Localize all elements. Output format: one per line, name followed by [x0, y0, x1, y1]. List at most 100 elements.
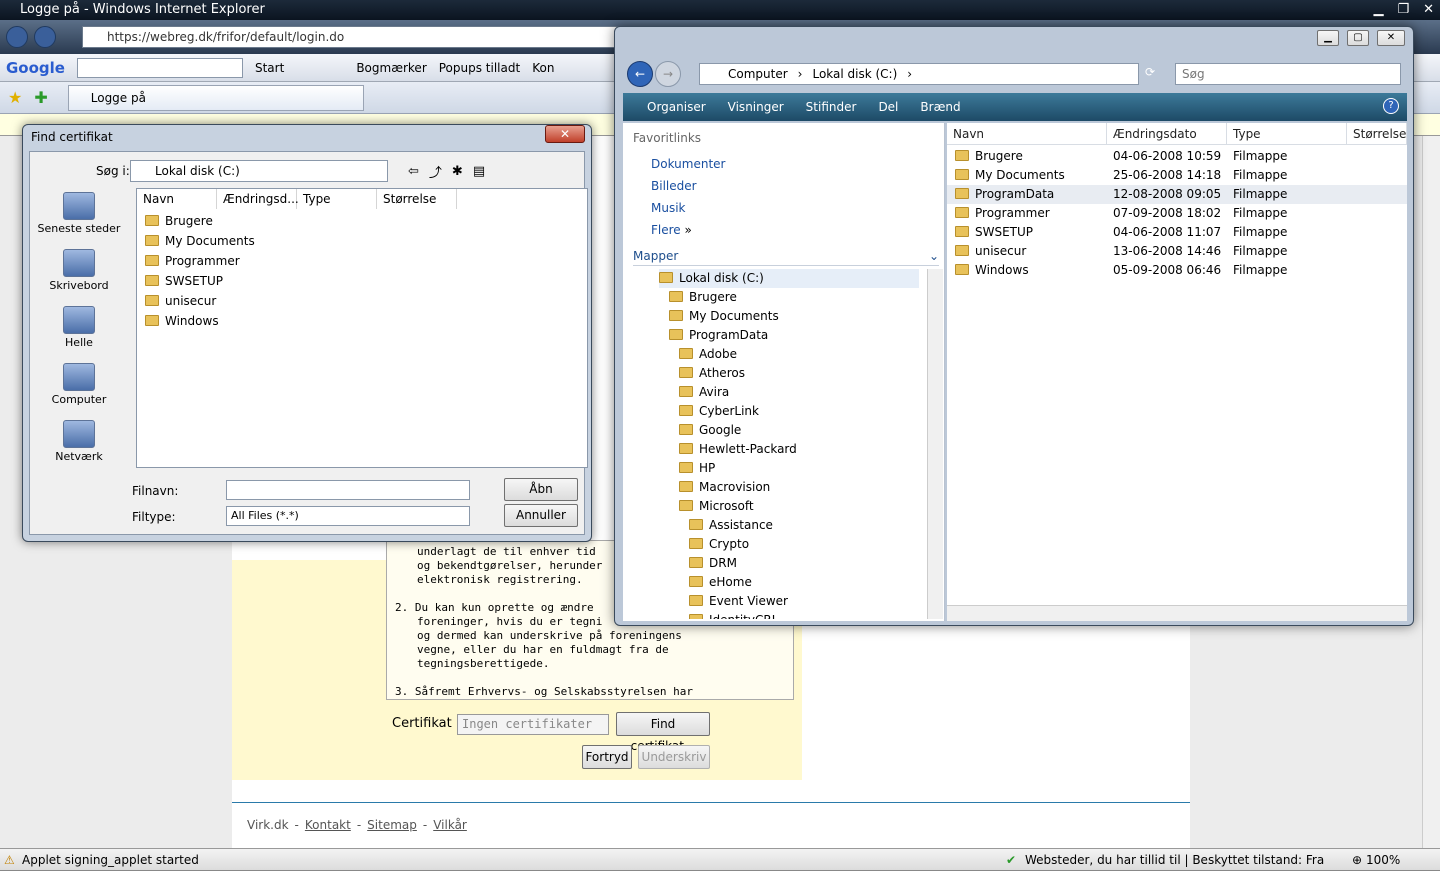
horizontal-scrollbar[interactable] — [947, 605, 1407, 621]
table-row[interactable]: unisecur 13-06-2008 14:46 Filmappe — [947, 242, 1407, 261]
forward-icon[interactable] — [34, 26, 56, 48]
star-icon[interactable]: ★ — [8, 88, 22, 107]
tree-item[interactable]: DRM — [659, 554, 919, 573]
footer-link-vilkaar[interactable]: Vilkår — [433, 818, 467, 832]
tree-item[interactable]: Microsoft — [659, 497, 919, 516]
list-item[interactable]: SWSETUP — [137, 271, 587, 291]
back-icon[interactable] — [6, 26, 28, 48]
table-row[interactable]: Programmer 07-09-2008 18:02 Filmappe — [947, 204, 1407, 223]
table-row[interactable]: My Documents 25-06-2008 14:18 Filmappe — [947, 166, 1407, 185]
table-row[interactable]: ProgramData 12-08-2008 09:05 Filmappe — [947, 185, 1407, 204]
table-row[interactable]: SWSETUP 04-06-2008 11:07 Filmappe — [947, 223, 1407, 242]
col-date[interactable]: Ændringsd... — [217, 189, 299, 209]
sign-button[interactable]: Underskriv — [638, 745, 710, 769]
filename-input[interactable] — [226, 480, 470, 500]
refresh-icon[interactable]: ⟳ — [1145, 65, 1155, 79]
fav-dokumenter[interactable]: Dokumenter — [651, 157, 725, 171]
tab-logge-paa[interactable]: Logge på — [67, 84, 364, 111]
find-cert-button[interactable]: Find certifikat... — [616, 712, 710, 753]
col-navn[interactable]: Navn — [137, 189, 217, 209]
crumb-computer[interactable]: Computer — [728, 64, 788, 84]
footer-link-sitemap[interactable]: Sitemap — [367, 818, 417, 832]
cert-select[interactable]: Ingen certifikater — [457, 714, 609, 735]
fav-flere[interactable]: Flere » — [651, 223, 692, 237]
place-item[interactable]: Skrivebord — [34, 249, 124, 292]
close-icon[interactable]: ✕ — [1423, 0, 1434, 20]
tree-item[interactable]: Hewlett-Packard — [659, 440, 919, 459]
maximize-icon[interactable]: ▢ — [1347, 30, 1369, 46]
tree-item[interactable]: Google — [659, 421, 919, 440]
cancel-button[interactable]: Annuller — [504, 504, 578, 527]
fav-musik[interactable]: Musik — [651, 201, 686, 215]
tree-item[interactable]: Event Viewer — [659, 592, 919, 611]
tree-scrollbar[interactable] — [927, 269, 943, 619]
views-icon[interactable]: ▤ — [473, 164, 485, 179]
place-item[interactable]: Netværk — [34, 420, 124, 463]
list-item[interactable]: Windows — [137, 311, 587, 331]
breadcrumb[interactable]: Computer › Lokal disk (C:) › — [699, 63, 1139, 85]
help-icon[interactable]: ? — [1383, 98, 1399, 114]
toolbar-kon[interactable]: Kon — [532, 61, 554, 75]
tree-item[interactable]: Adobe — [659, 345, 919, 364]
cmd-braend[interactable]: Brænd — [920, 100, 960, 114]
cmd-del[interactable]: Del — [878, 100, 898, 114]
back-icon[interactable]: ⇦ — [408, 164, 419, 179]
new-folder-icon[interactable]: ✱ — [452, 164, 463, 179]
google-search-input[interactable] — [76, 57, 243, 78]
footer-link-kontakt[interactable]: Kontakt — [305, 818, 351, 832]
restore-icon[interactable]: ❐ — [1397, 0, 1409, 20]
table-row[interactable]: Windows 05-09-2008 06:46 Filmappe — [947, 261, 1407, 280]
zone-text[interactable]: Websteder, du har tillid til | Beskyttet… — [1025, 849, 1324, 871]
tree-item[interactable]: Crypto — [659, 535, 919, 554]
cancel-button[interactable]: Fortryd — [582, 745, 632, 769]
place-item[interactable]: Seneste steder — [34, 192, 124, 235]
cmd-visninger[interactable]: Visninger — [728, 100, 784, 114]
list-item[interactable]: My Documents — [137, 231, 587, 251]
tree-item[interactable]: Macrovision — [659, 478, 919, 497]
table-row[interactable]: Brugere 04-06-2008 10:59 Filmappe — [947, 147, 1407, 166]
open-button[interactable]: Åbn — [504, 478, 578, 501]
add-favorite-icon[interactable]: ✚ — [34, 88, 47, 107]
col-type[interactable]: Type — [297, 189, 377, 209]
tree-item[interactable]: CyberLink — [659, 402, 919, 421]
tree-item[interactable]: Atheros — [659, 364, 919, 383]
filetype-select[interactable]: All Files (*.*) — [226, 506, 470, 526]
tree-item[interactable]: Brugere — [659, 288, 919, 307]
col-dato[interactable]: Ændringsdato — [1107, 122, 1227, 145]
close-icon[interactable]: ✕ — [1377, 30, 1405, 46]
toolbar-popups[interactable]: Popups tilladt — [439, 61, 520, 75]
tree-item[interactable]: Avira — [659, 383, 919, 402]
page-scrollbar[interactable] — [1422, 136, 1440, 848]
tree-item[interactable]: HP — [659, 459, 919, 478]
col-type[interactable]: Type — [1227, 122, 1347, 145]
close-icon[interactable]: ✕ — [545, 125, 585, 143]
folders-header[interactable]: Mapper ⌄ — [633, 249, 939, 266]
zoom-level[interactable]: 100% — [1366, 849, 1400, 871]
search-input[interactable]: Søg — [1175, 63, 1401, 85]
tree-item[interactable]: ProgramData — [659, 326, 919, 345]
look-in-select[interactable]: Lokal disk (C:) — [130, 160, 388, 182]
up-folder-icon[interactable]: ⤴ — [429, 162, 442, 181]
place-item[interactable]: Computer — [34, 363, 124, 406]
list-item[interactable]: Brugere — [137, 211, 587, 231]
place-item[interactable]: Helle — [34, 306, 124, 349]
tree-item[interactable]: Lokal disk (C:) — [659, 269, 919, 288]
col-size[interactable]: Størrelse — [377, 189, 457, 209]
minimize-icon[interactable]: ▁ — [1373, 0, 1383, 20]
list-item[interactable]: Programmer — [137, 251, 587, 271]
col-stoerrelse[interactable]: Størrelse — [1347, 122, 1407, 145]
toolbar-bookmarks[interactable]: Bogmærker — [356, 61, 426, 75]
col-navn[interactable]: Navn — [947, 122, 1107, 145]
tree-item[interactable]: IdentityCRL — [659, 611, 919, 619]
list-item[interactable]: unisecur — [137, 291, 587, 311]
tree-item[interactable]: Assistance — [659, 516, 919, 535]
crumb-lokal-disk[interactable]: Lokal disk (C:) — [812, 64, 897, 84]
fav-billeder[interactable]: Billeder — [651, 179, 697, 193]
toolbar-start[interactable]: Start — [255, 61, 284, 75]
cmd-stifinder[interactable]: Stifinder — [806, 100, 857, 114]
tree-item[interactable]: My Documents — [659, 307, 919, 326]
back-icon[interactable]: ← — [627, 61, 653, 87]
minimize-icon[interactable]: ▁ — [1317, 30, 1339, 46]
cmd-organiser[interactable]: Organiser — [647, 100, 706, 114]
forward-icon[interactable]: → — [655, 61, 681, 87]
